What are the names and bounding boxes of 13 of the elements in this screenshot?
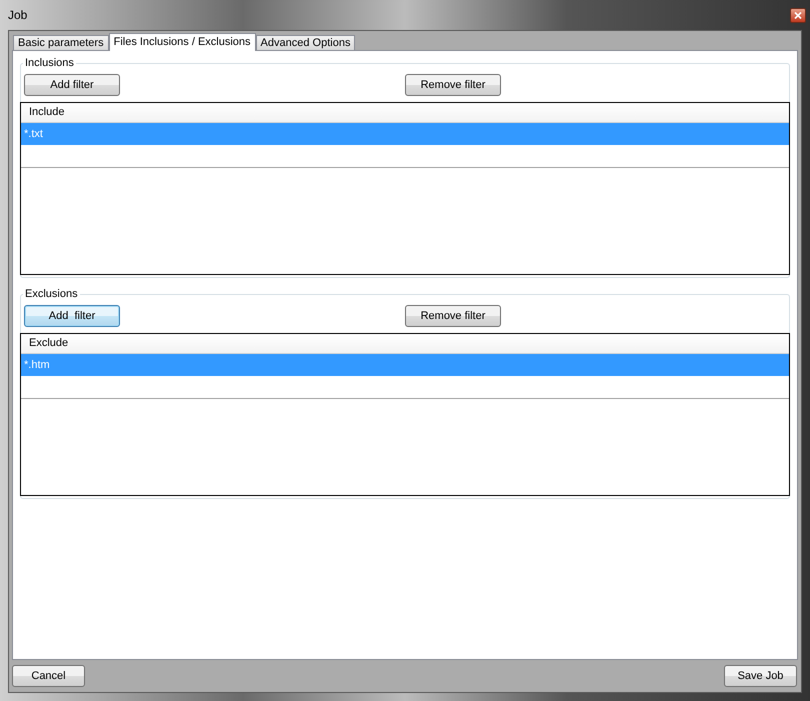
add-filter-button[interactable]: Add filter (24, 305, 120, 327)
group-title: Inclusions (24, 57, 75, 69)
group-title: Exclusions (24, 288, 79, 300)
remove-filter-button[interactable]: Remove filter (405, 74, 501, 96)
window-title: Job (8, 8, 28, 22)
tab[interactable]: Advanced Options (256, 35, 356, 50)
tab[interactable]: Files Inclusions / Exclusions (108, 33, 256, 51)
cancel-button[interactable]: Cancel (12, 665, 85, 687)
add-filter-button[interactable]: Add filter (24, 74, 120, 96)
save-job-button[interactable]: Save Job (724, 665, 797, 687)
close-icon[interactable] (790, 8, 806, 22)
remove-filter-button[interactable]: Remove filter (405, 305, 501, 327)
tab[interactable]: Basic parameters (13, 35, 109, 50)
